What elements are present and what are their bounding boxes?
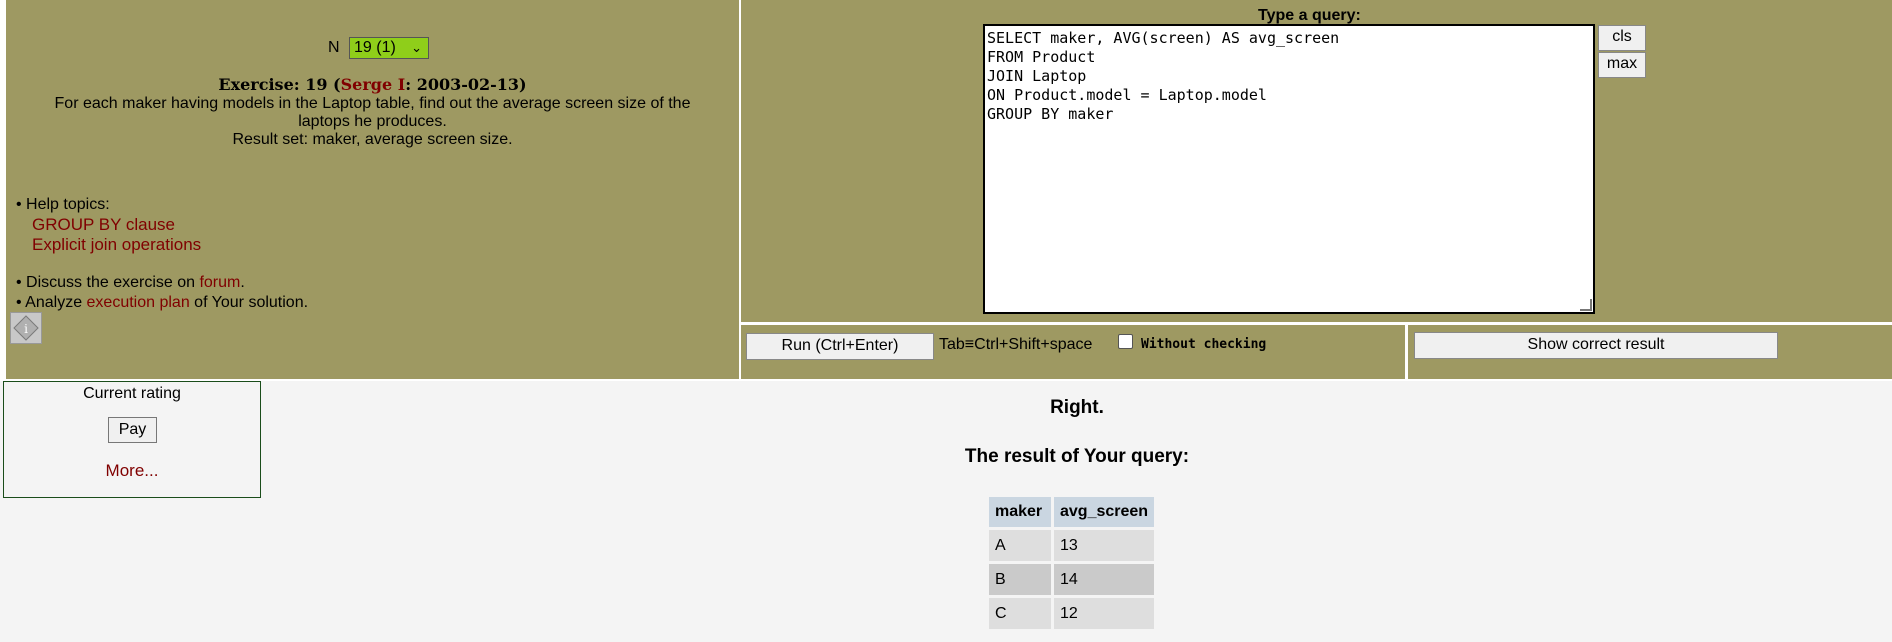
- top-frame: N 19 (1) ⌄ Exercise: 19 (Serge I: 2003-0…: [0, 0, 1892, 381]
- result-table: maker avg_screen A 13 B 14 C 12: [986, 494, 1157, 632]
- exercise-number-select[interactable]: 19 (1) ⌄: [349, 37, 430, 59]
- table-row: C 12: [989, 598, 1155, 629]
- run-button[interactable]: Run (Ctrl+Enter): [746, 333, 934, 360]
- execution-plan-link[interactable]: execution plan: [87, 294, 190, 311]
- help-link-group-by[interactable]: GROUP BY clause: [32, 215, 175, 235]
- without-checking-checkbox[interactable]: [1118, 334, 1133, 349]
- forum-link[interactable]: forum: [199, 274, 240, 291]
- exercise-selector: N 19 (1) ⌄: [328, 37, 430, 59]
- column-header: avg_screen: [1054, 497, 1155, 527]
- author-name: Serge I: [340, 75, 406, 94]
- table-row: A 13: [989, 530, 1155, 561]
- table-cell: B: [989, 564, 1051, 595]
- n-label: N: [328, 39, 340, 56]
- tab-shortcut-hint: Tab≡Ctrl+Shift+space: [939, 336, 1093, 353]
- help-topics-label: • Help topics:: [16, 196, 110, 213]
- help-link-explicit-join[interactable]: Explicit join operations: [32, 235, 201, 255]
- table-cell: C: [989, 598, 1051, 629]
- svg-text:i: i: [24, 322, 28, 336]
- analyze-line: • Analyze execution plan of Your solutio…: [16, 294, 309, 311]
- table-header-row: maker avg_screen: [989, 497, 1155, 527]
- clear-button[interactable]: cls: [1598, 25, 1646, 51]
- table-cell: A: [989, 530, 1051, 561]
- exercise-panel: N 19 (1) ⌄ Exercise: 19 (Serge I: 2003-0…: [6, 0, 739, 379]
- resize-handle[interactable]: [1580, 299, 1592, 311]
- column-header: maker: [989, 497, 1051, 527]
- table-cell: 13: [1054, 530, 1155, 561]
- verdict-text: Right.: [1050, 397, 1104, 418]
- exercise-title: Exercise: 19 (Serge I: 2003-02-13): [218, 75, 527, 94]
- without-checking-label: Without checking: [1141, 337, 1267, 352]
- table-cell: 14: [1054, 564, 1155, 595]
- query-label: Type a query:: [1258, 7, 1361, 24]
- show-correct-result-button[interactable]: Show correct result: [1414, 332, 1778, 359]
- table-cell: 12: [1054, 598, 1155, 629]
- pay-button[interactable]: Pay: [108, 417, 157, 443]
- maximize-button[interactable]: max: [1598, 52, 1646, 78]
- discuss-line: • Discuss the exercise on forum.: [16, 274, 245, 291]
- exercise-description: For each maker having models in the Lapt…: [54, 95, 691, 130]
- sql-query-editor[interactable]: SELECT maker, AVG(screen) AS avg_screen …: [983, 24, 1595, 314]
- chevron-down-icon: ⌄: [411, 40, 423, 55]
- result-heading: The result of Your query:: [964, 446, 1190, 467]
- table-row: B 14: [989, 564, 1155, 595]
- info-icon[interactable]: i: [10, 312, 42, 344]
- result-set-description: Result set: maker, average screen size.: [232, 131, 513, 148]
